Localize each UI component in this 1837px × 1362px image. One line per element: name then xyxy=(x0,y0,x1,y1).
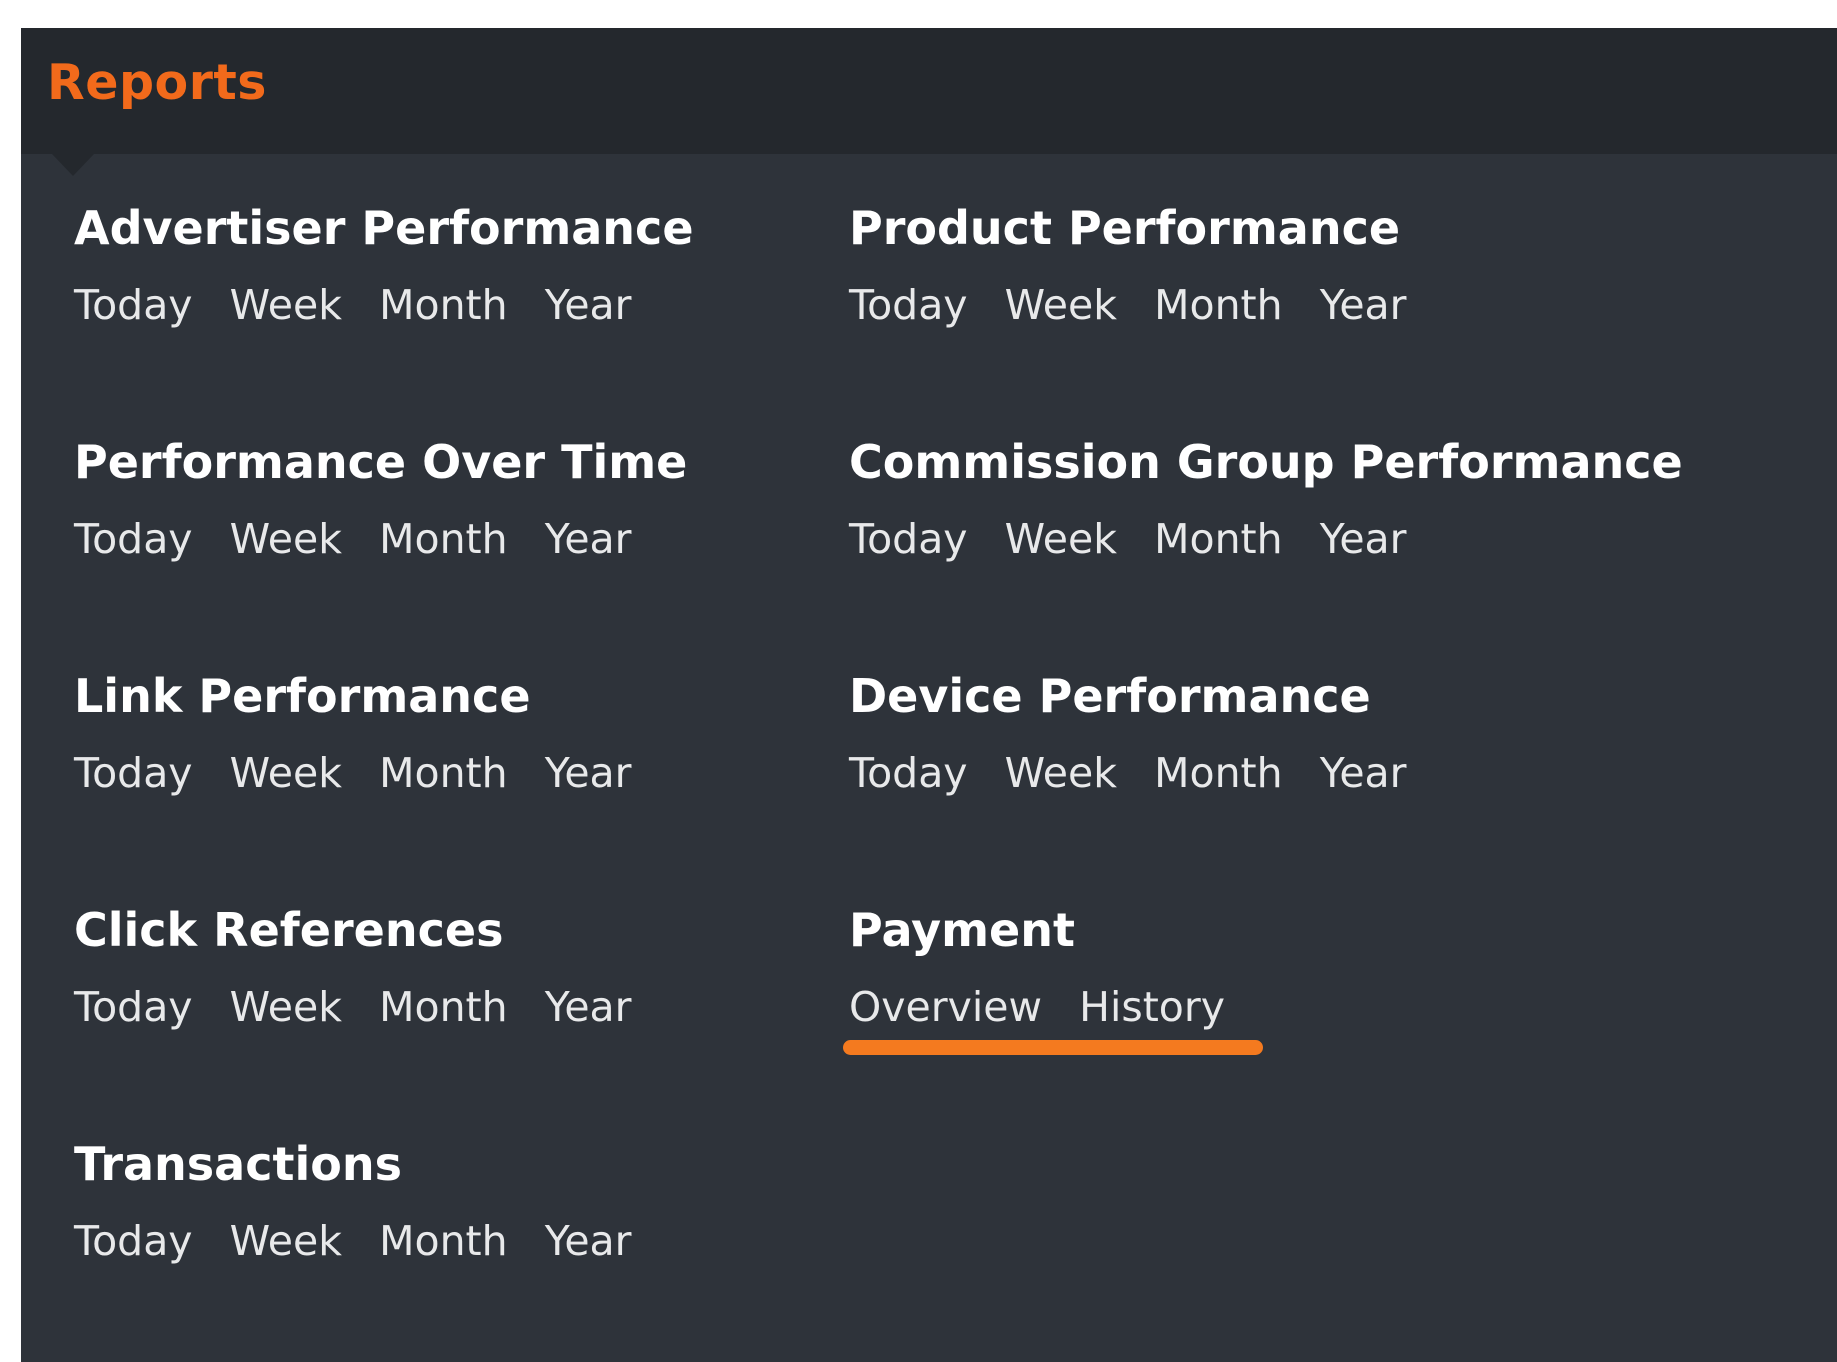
page-title: Reports xyxy=(47,54,267,111)
section-device-performance: Device Performance Today Week Month Year xyxy=(849,668,1609,799)
link-month[interactable]: Month xyxy=(379,514,508,565)
link-week[interactable]: Week xyxy=(230,1216,342,1267)
section-title[interactable]: Click References xyxy=(74,902,834,960)
period-links: Today Week Month Year xyxy=(74,514,632,565)
link-year[interactable]: Year xyxy=(545,280,632,331)
section-advertiser-performance: Advertiser Performance Today Week Month … xyxy=(74,200,834,331)
highlight-underline xyxy=(843,1039,1263,1055)
link-today[interactable]: Today xyxy=(849,514,968,565)
section-title[interactable]: Link Performance xyxy=(74,668,834,726)
period-links: Today Week Month Year xyxy=(74,280,632,331)
section-transactions: Transactions Today Week Month Year xyxy=(74,1136,834,1267)
link-week[interactable]: Week xyxy=(230,748,342,799)
link-year[interactable]: Year xyxy=(545,748,632,799)
period-links: Today Week Month Year xyxy=(74,982,632,1033)
link-month[interactable]: Month xyxy=(1154,514,1283,565)
section-title[interactable]: Commission Group Performance xyxy=(849,434,1749,492)
payment-links: Overview History xyxy=(843,982,1263,1055)
section-payment: Payment Overview History xyxy=(843,902,1609,1055)
link-year[interactable]: Year xyxy=(545,514,632,565)
link-today[interactable]: Today xyxy=(849,748,968,799)
link-week[interactable]: Week xyxy=(230,982,342,1033)
period-links: Today Week Month Year xyxy=(74,1216,632,1267)
link-week[interactable]: Week xyxy=(1005,280,1117,331)
link-today[interactable]: Today xyxy=(74,514,193,565)
period-links: Today Week Month Year xyxy=(849,748,1407,799)
link-today[interactable]: Today xyxy=(74,982,193,1033)
period-links: Today Week Month Year xyxy=(849,280,1407,331)
link-overview[interactable]: Overview xyxy=(849,982,1042,1033)
section-click-references: Click References Today Week Month Year xyxy=(74,902,834,1033)
section-title[interactable]: Device Performance xyxy=(849,668,1609,726)
section-product-performance: Product Performance Today Week Month Yea… xyxy=(849,200,1609,331)
link-week[interactable]: Week xyxy=(230,514,342,565)
link-year[interactable]: Year xyxy=(545,982,632,1033)
link-year[interactable]: Year xyxy=(1320,280,1407,331)
section-commission-group-performance: Commission Group Performance Today Week … xyxy=(849,434,1749,565)
link-today[interactable]: Today xyxy=(849,280,968,331)
link-history[interactable]: History xyxy=(1079,982,1225,1033)
link-year[interactable]: Year xyxy=(1320,514,1407,565)
period-links: Today Week Month Year xyxy=(74,748,632,799)
header-pointer xyxy=(52,154,94,176)
link-month[interactable]: Month xyxy=(379,1216,508,1267)
period-links: Today Week Month Year xyxy=(849,514,1407,565)
link-week[interactable]: Week xyxy=(1005,514,1117,565)
section-title[interactable]: Product Performance xyxy=(849,200,1609,258)
link-month[interactable]: Month xyxy=(379,280,508,331)
link-week[interactable]: Week xyxy=(1005,748,1117,799)
link-week[interactable]: Week xyxy=(230,280,342,331)
section-performance-over-time: Performance Over Time Today Week Month Y… xyxy=(74,434,834,565)
link-month[interactable]: Month xyxy=(1154,748,1283,799)
section-link-performance: Link Performance Today Week Month Year xyxy=(74,668,834,799)
link-today[interactable]: Today xyxy=(74,280,193,331)
link-today[interactable]: Today xyxy=(74,748,193,799)
reports-panel: Reports Advertiser Performance Today Wee… xyxy=(21,28,1837,1362)
link-today[interactable]: Today xyxy=(74,1216,193,1267)
section-title[interactable]: Advertiser Performance xyxy=(74,200,834,258)
link-year[interactable]: Year xyxy=(1320,748,1407,799)
link-year[interactable]: Year xyxy=(545,1216,632,1267)
link-month[interactable]: Month xyxy=(379,982,508,1033)
section-title[interactable]: Payment xyxy=(849,902,1609,960)
link-month[interactable]: Month xyxy=(379,748,508,799)
section-title[interactable]: Transactions xyxy=(74,1136,834,1194)
reports-header: Reports xyxy=(21,28,1837,176)
section-title[interactable]: Performance Over Time xyxy=(74,434,834,492)
link-month[interactable]: Month xyxy=(1154,280,1283,331)
